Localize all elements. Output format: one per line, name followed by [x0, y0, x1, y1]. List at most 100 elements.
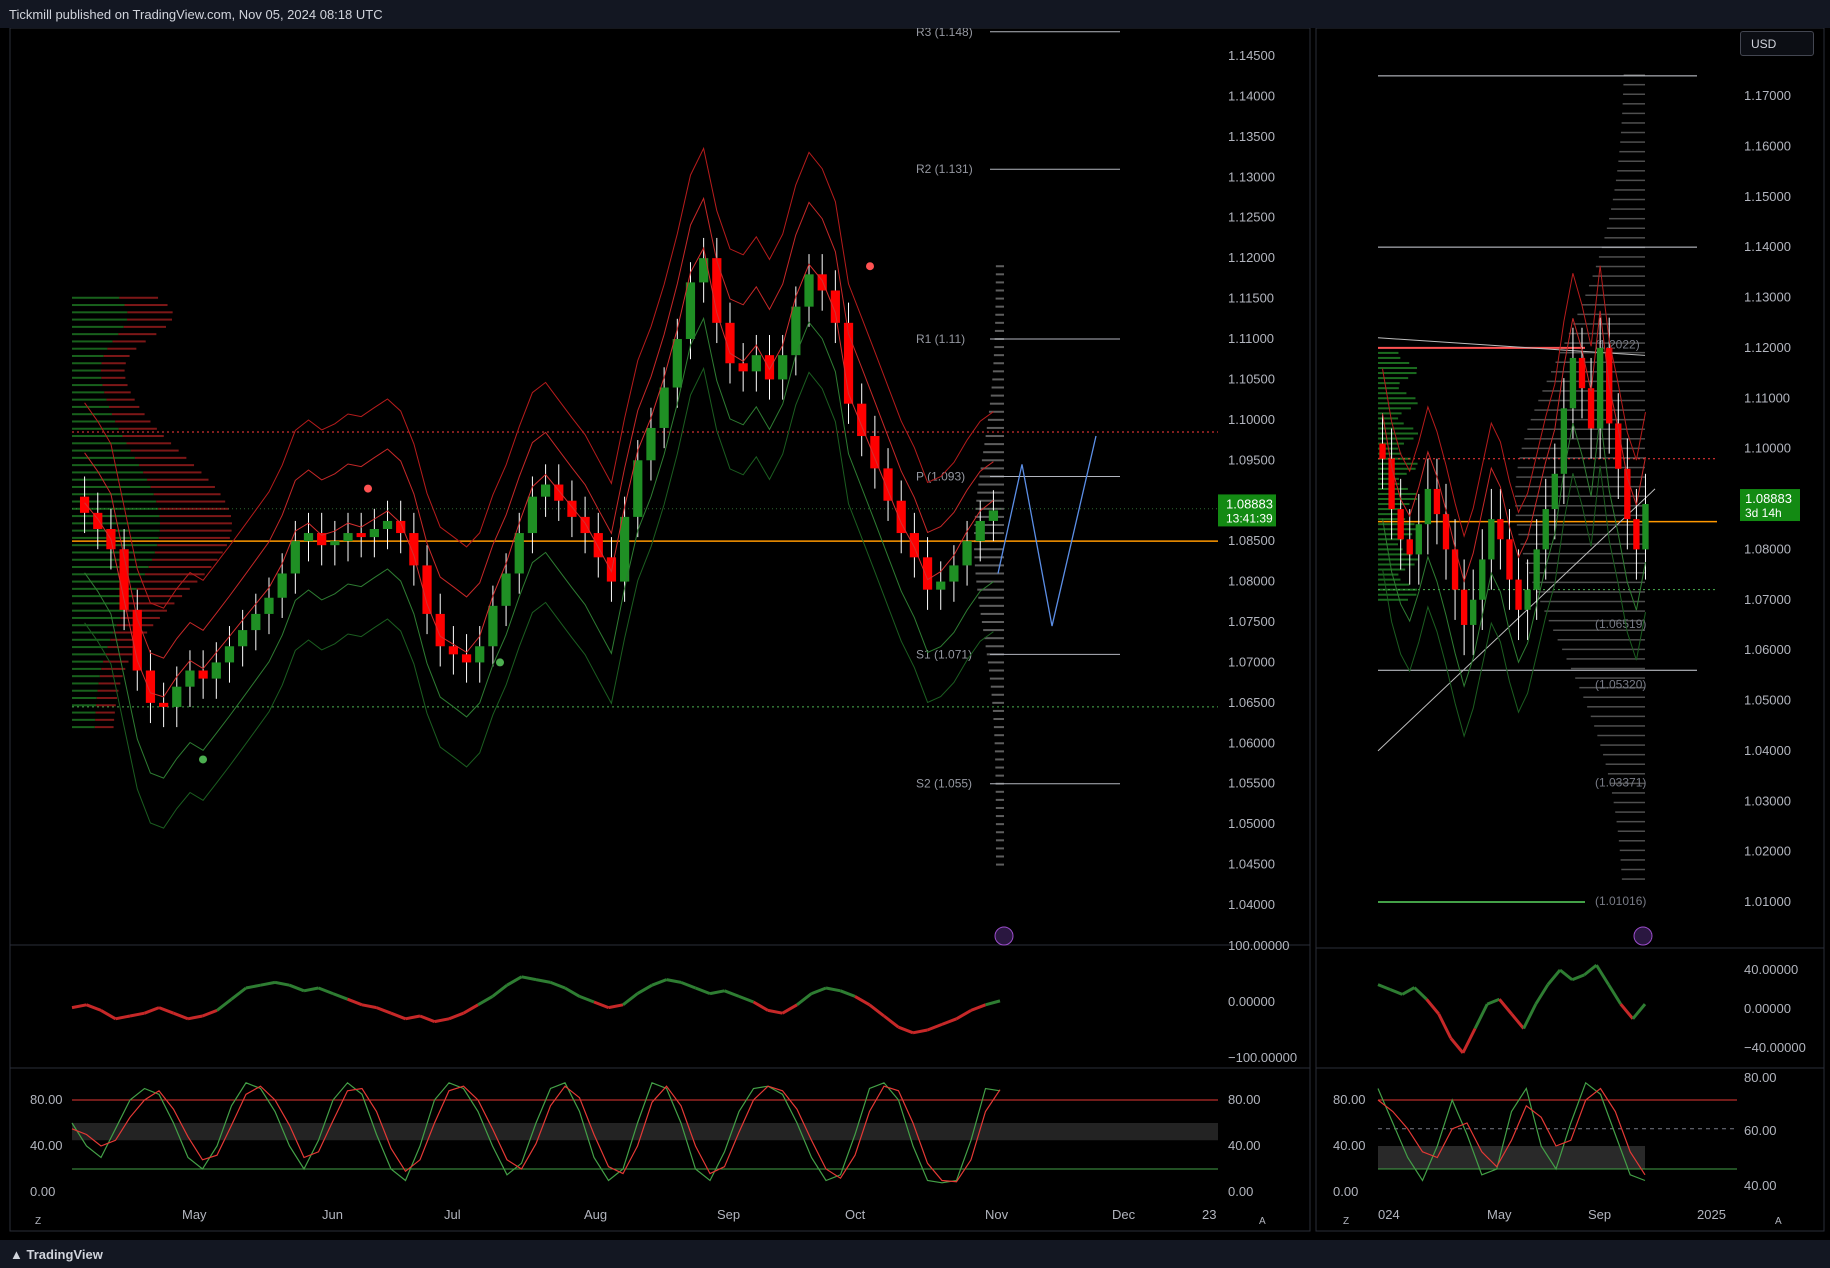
left-candle-body [870, 436, 880, 469]
right-candle-body [1397, 509, 1404, 540]
left-volume-profile-bar-down [150, 485, 215, 488]
left-volume-profile-bar-up [72, 675, 100, 678]
left-volume-profile-bar-up [72, 653, 106, 656]
left-volume-profile-bar-down [106, 398, 135, 401]
left-candle-body [251, 613, 261, 631]
left-candle-body [988, 510, 999, 521]
left-session-volume-bar [995, 863, 1004, 866]
right-y-tick: 1.07000 [1744, 592, 1791, 607]
right-volume-profile-bar [1594, 725, 1645, 727]
left-session-volume-bar [995, 273, 1004, 276]
left-session-volume-bar [991, 386, 1004, 389]
left-volume-profile-bar-up [72, 478, 148, 481]
left-candle-body [501, 573, 511, 606]
right-volume-profile-bar [1611, 208, 1645, 210]
left-pivot-label: R1 (1.11) [916, 332, 965, 346]
left-y-tick: 1.07500 [1228, 614, 1275, 629]
left-volume-profile-bar-down [127, 311, 173, 314]
right-volume-profile-bar [1621, 122, 1645, 124]
left-candle-body [303, 533, 314, 542]
left-volume-profile-bar-down [132, 595, 183, 598]
right-volume-profile-bar [1615, 179, 1645, 182]
left-volume-profile-bar-down [102, 384, 128, 387]
left-x-tick: Dec [1112, 1207, 1136, 1222]
left-candle-body [264, 597, 274, 614]
right-volume-profile-bar [1618, 840, 1645, 842]
left-session-volume-bar [987, 661, 1004, 664]
right-candle-body [1633, 519, 1640, 550]
publish-header: Tickmill published on TradingView.com, N… [0, 0, 1830, 28]
left-session-volume-bar [995, 806, 1004, 809]
left-volume-profile-bar-up [72, 471, 144, 474]
left-session-volume-bar [989, 677, 1004, 680]
left-session-volume-bar [985, 645, 1004, 648]
right-volume-profile-bar [1616, 820, 1645, 823]
left-session-volume-bar [991, 693, 1004, 696]
right-volume-profile-bar [1566, 658, 1645, 660]
tradingview-logo: ▲ TradingView [10, 1247, 103, 1262]
left-volume-profile-bar-down [159, 522, 232, 525]
left-volume-profile-bar-up [72, 347, 108, 350]
left-candle-body [185, 670, 195, 687]
right-candle-body [1488, 519, 1495, 560]
left-volume-profile-bar-down [111, 413, 145, 416]
left-candle-body [79, 496, 90, 513]
left-volume-profile-bar-down [94, 726, 114, 729]
right-volume-profile-bar [1590, 715, 1645, 718]
left-candle-body [224, 646, 235, 663]
left-candle-body [211, 662, 221, 679]
left-volume-profile-bar-down [96, 697, 117, 700]
right-left-volume-bar [1378, 392, 1407, 395]
right-volume-profile-bar [1614, 189, 1645, 191]
left-session-volume-bar [983, 629, 1004, 632]
currency-label: USD [1751, 37, 1777, 51]
right-candle-body [1424, 488, 1432, 525]
left-candle-body [949, 565, 959, 582]
left-chart-frame [9, 28, 1311, 1232]
right-left-volume-bar [1378, 367, 1418, 370]
left-volume-profile-bar-down [119, 296, 159, 299]
left-candle-body [909, 533, 919, 558]
right-left-volume-bar [1378, 558, 1418, 561]
left-volume-profile-bar-up [72, 427, 119, 430]
left-volume-profile-bar-up [72, 558, 153, 561]
left-volume-profile-bar-up [72, 376, 102, 379]
right-left-volume-bar [1378, 533, 1413, 536]
left-osc-y-tick: −100.00000 [1228, 1050, 1297, 1065]
left-volume-profile-bar-up [72, 420, 116, 423]
left-candle-body [646, 427, 656, 461]
left-volume-profile-bar-down [124, 304, 168, 307]
left-session-volume-bar [987, 418, 1004, 421]
right-volume-profile-bar [1603, 753, 1645, 756]
left-candle-body [356, 533, 366, 538]
left-session-volume-bar [995, 815, 1004, 818]
left-volume-profile-bar-down [159, 529, 232, 532]
right-stoch-left-tick: 80.00 [1333, 1092, 1366, 1107]
left-session-volume-bar [995, 289, 1004, 292]
left-volume-profile-bar-down [126, 442, 172, 445]
right-volume-profile-bar [1530, 418, 1645, 421]
right-volume-profile-bar [1604, 237, 1645, 239]
left-volume-profile-bar-down [159, 515, 231, 518]
left-session-volume-bar [988, 410, 1004, 413]
left-candle-body [435, 613, 445, 647]
left-volume-profile-bar-down [124, 609, 167, 612]
right-pivot-label: (1.01016) [1595, 894, 1646, 908]
right-volume-profile-bar [1527, 428, 1645, 430]
right-volume-profile-bar [1592, 275, 1645, 277]
left-candle-body [343, 533, 353, 542]
left-session-volume-bar [974, 548, 1004, 551]
left-session-volume-bar [989, 402, 1004, 405]
left-volume-profile-bar-down [154, 551, 223, 554]
left-stoch-left-tick: 40.00 [30, 1138, 63, 1153]
right-stoch-right-tick: 40.00 [1744, 1178, 1777, 1193]
currency-button[interactable]: USD [1740, 31, 1814, 56]
chart-canvas[interactable]: 1.14500 1.14000 1.13500 1.13000 1.12500 1.120… [0, 28, 1830, 1268]
left-candle-body [422, 565, 432, 614]
left-session-volume-bar [993, 726, 1004, 729]
right-left-volume-bar [1378, 578, 1401, 581]
right-candle-body [1642, 504, 1649, 550]
left-volume-profile-bar-down [153, 493, 221, 496]
left-session-volume-bar [994, 742, 1004, 745]
left-volume-profile-bar-down [98, 682, 121, 685]
